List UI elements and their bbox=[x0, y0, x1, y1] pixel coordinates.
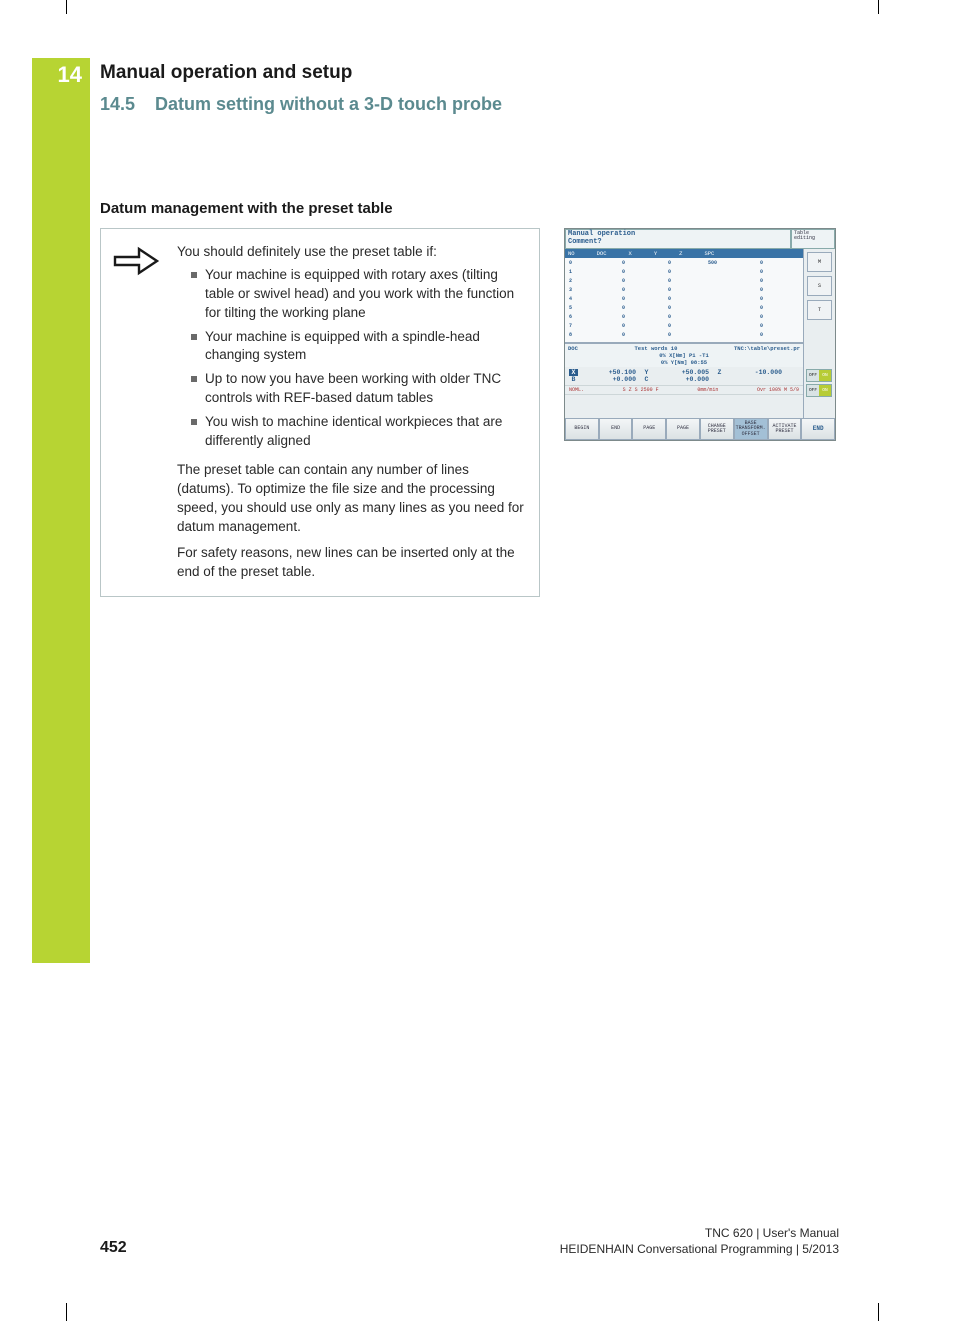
chapter-title: Manual operation and setup bbox=[100, 62, 352, 84]
scr-override-s[interactable]: OFFON bbox=[806, 369, 832, 382]
softkey-page-up[interactable]: PAGE bbox=[632, 418, 666, 440]
scr-btn-m[interactable]: M bbox=[807, 252, 832, 272]
softkey-change-preset[interactable]: CHANGE PRESET bbox=[700, 418, 734, 440]
scr-override-f[interactable]: OFFON bbox=[806, 384, 832, 397]
softkey-begin[interactable]: BEGIN bbox=[565, 418, 599, 440]
subheading: Datum management with the preset table bbox=[100, 200, 393, 217]
scr-coords: X+50.100Y+50.005Z-10.000 B+0.000C+0.000 bbox=[565, 367, 803, 385]
info-bullet: Up to now you have been working with old… bbox=[191, 370, 527, 408]
cnc-screenshot: Manual operation Comment? Table editing … bbox=[564, 228, 836, 441]
table-row: 7000 bbox=[565, 321, 803, 330]
info-bullet: Your machine is equipped with a spindle-… bbox=[191, 328, 527, 366]
table-row: 2000 bbox=[565, 276, 803, 285]
table-row: 6000 bbox=[565, 312, 803, 321]
softkey-end[interactable]: END bbox=[599, 418, 633, 440]
info-callout: You should definitely use the preset tab… bbox=[100, 228, 540, 597]
table-row: 5000 bbox=[565, 303, 803, 312]
info-bullet: Your machine is equipped with rotary axe… bbox=[191, 266, 527, 323]
info-paragraph: The preset table can contain any number … bbox=[177, 461, 527, 537]
scr-btn-t[interactable]: T bbox=[807, 300, 832, 320]
scr-btn-s[interactable]: S bbox=[807, 276, 832, 296]
table-row: 3000 bbox=[565, 285, 803, 294]
chapter-sidebar bbox=[32, 58, 90, 963]
page-footer: 452 TNC 620 | User's Manual HEIDENHAIN C… bbox=[100, 1225, 839, 1257]
softkey-end2[interactable]: END bbox=[801, 418, 835, 440]
arrow-right-icon bbox=[113, 245, 163, 285]
info-text: You should definitely use the preset tab… bbox=[177, 243, 527, 582]
table-row: 4000 bbox=[565, 294, 803, 303]
scr-status-line: NOML. S Z S 2500 F 0mm/min Ovr 100% M 5/… bbox=[565, 385, 803, 395]
scr-mode-secondary: Table editing bbox=[791, 229, 835, 249]
chapter-number: 14 bbox=[32, 58, 90, 88]
softkey-page-down[interactable]: PAGE bbox=[666, 418, 700, 440]
softkey-activate-preset[interactable]: ACTIVATE PRESET bbox=[768, 418, 802, 440]
scr-mode-title: Manual operation Comment? bbox=[565, 229, 791, 249]
info-bullet: You wish to machine identical workpieces… bbox=[191, 413, 527, 451]
table-row: 1000 bbox=[565, 267, 803, 276]
section-number: 14.5 bbox=[100, 94, 135, 115]
table-row: 0005000 bbox=[565, 258, 803, 267]
page-number: 452 bbox=[100, 1239, 127, 1257]
info-intro: You should definitely use the preset tab… bbox=[177, 243, 527, 262]
scr-preset-table: NO DOC X Y Z SPC 00050001000200030004000… bbox=[565, 249, 803, 343]
softkey-base-transform[interactable]: BASE TRANSFORM. OFFSET bbox=[734, 418, 768, 440]
scr-softkeys: BEGIN END PAGE PAGE CHANGE PRESET BASE T… bbox=[565, 418, 835, 440]
info-paragraph: For safety reasons, new lines can be ins… bbox=[177, 544, 527, 582]
footer-text: TNC 620 | User's Manual HEIDENHAIN Conve… bbox=[560, 1225, 839, 1257]
scr-mid-status: DOC Test words 10 TNC:\table\preset.pr 0… bbox=[565, 343, 803, 367]
section-title: Datum setting without a 3-D touch probe bbox=[155, 94, 502, 115]
table-row: 8000 bbox=[565, 330, 803, 339]
